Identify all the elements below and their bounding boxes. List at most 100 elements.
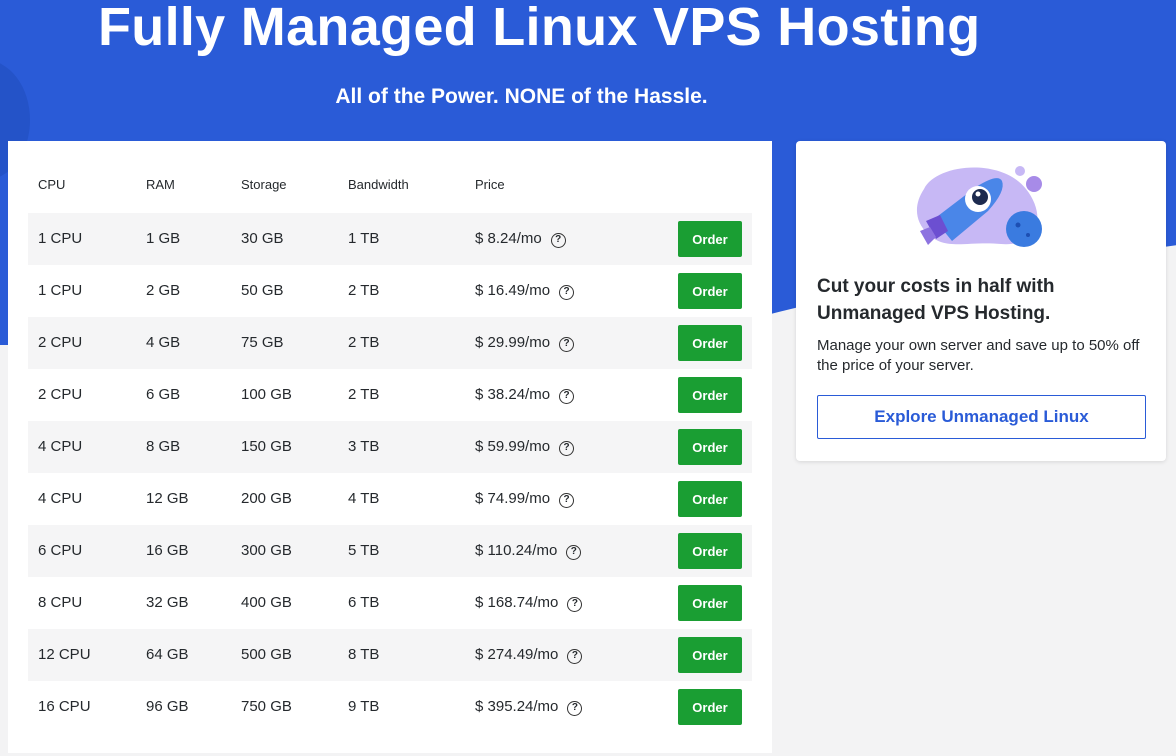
cell-bandwidth: 6 TB bbox=[348, 594, 380, 611]
help-icon[interactable]: ? bbox=[559, 337, 575, 352]
cell-ram: 64 GB bbox=[146, 646, 189, 663]
cell-storage: 75 GB bbox=[241, 334, 284, 351]
cell-bandwidth: 1 TB bbox=[348, 230, 380, 247]
order-button[interactable]: Order bbox=[678, 533, 742, 569]
header-storage: Storage bbox=[241, 177, 287, 192]
order-button[interactable]: Order bbox=[678, 221, 742, 257]
cell-price: $ 274.49/mo? bbox=[475, 646, 583, 664]
promo-text: Manage your own server and save up to 50… bbox=[817, 337, 1140, 374]
order-button[interactable]: Order bbox=[678, 637, 742, 673]
cell-price: $ 168.74/mo? bbox=[475, 594, 583, 612]
cell-ram: 32 GB bbox=[146, 594, 189, 611]
price-value: $ 395.24/mo bbox=[475, 698, 559, 715]
cell-storage: 500 GB bbox=[241, 646, 292, 663]
price-value: $ 274.49/mo bbox=[475, 646, 559, 663]
price-value: $ 16.49/mo bbox=[475, 282, 551, 299]
cell-ram: 8 GB bbox=[146, 438, 181, 455]
cell-storage: 30 GB bbox=[241, 230, 284, 247]
cell-ram: 16 GB bbox=[146, 542, 189, 559]
table-row: 1 CPU 1 GB 30 GB 1 TB $ 8.24/mo? Order bbox=[28, 213, 752, 265]
help-icon[interactable]: ? bbox=[559, 285, 575, 300]
help-icon[interactable]: ? bbox=[559, 493, 575, 508]
cell-bandwidth: 5 TB bbox=[348, 542, 380, 559]
cell-storage: 750 GB bbox=[241, 698, 292, 715]
table-row: 12 CPU 64 GB 500 GB 8 TB $ 274.49/mo? Order bbox=[28, 629, 752, 681]
cell-bandwidth: 3 TB bbox=[348, 438, 380, 455]
order-button[interactable]: Order bbox=[678, 273, 742, 309]
price-value: $ 8.24/mo bbox=[475, 230, 542, 247]
cell-cpu: 12 CPU bbox=[38, 646, 91, 663]
help-icon[interactable]: ? bbox=[567, 597, 583, 612]
table-header: CPU RAM Storage Bandwidth Price bbox=[28, 177, 752, 197]
explore-unmanaged-linux-button[interactable]: Explore Unmanaged Linux bbox=[817, 395, 1146, 439]
cell-price: $ 59.99/mo? bbox=[475, 438, 575, 456]
cell-price: $ 38.24/mo? bbox=[475, 386, 575, 404]
cell-price: $ 8.24/mo? bbox=[475, 230, 566, 248]
price-value: $ 168.74/mo bbox=[475, 594, 559, 611]
unmanaged-promo-card: Cut your costs in half with Unmanaged VP… bbox=[796, 141, 1166, 461]
cell-storage: 300 GB bbox=[241, 542, 292, 559]
header-ram: RAM bbox=[146, 177, 175, 192]
cell-price: $ 110.24/mo? bbox=[475, 542, 582, 560]
cell-storage: 50 GB bbox=[241, 282, 284, 299]
header-price: Price bbox=[475, 177, 505, 192]
cell-bandwidth: 2 TB bbox=[348, 386, 380, 403]
cell-bandwidth: 2 TB bbox=[348, 282, 380, 299]
table-row: 2 CPU 4 GB 75 GB 2 TB $ 29.99/mo? Order bbox=[28, 317, 752, 369]
cell-cpu: 4 CPU bbox=[38, 438, 83, 455]
cell-price: $ 29.99/mo? bbox=[475, 334, 575, 352]
cell-ram: 12 GB bbox=[146, 490, 189, 507]
cell-price: $ 16.49/mo? bbox=[475, 282, 575, 300]
pricing-table: CPU RAM Storage Bandwidth Price 1 CPU 1 G… bbox=[8, 141, 772, 753]
cell-price: $ 395.24/mo? bbox=[475, 698, 583, 716]
cell-bandwidth: 4 TB bbox=[348, 490, 380, 507]
table-row: 6 CPU 16 GB 300 GB 5 TB $ 110.24/mo? Order bbox=[28, 525, 752, 577]
table-row: 1 CPU 2 GB 50 GB 2 TB $ 16.49/mo? Order bbox=[28, 265, 752, 317]
order-button[interactable]: Order bbox=[678, 377, 742, 413]
cell-bandwidth: 2 TB bbox=[348, 334, 380, 351]
cell-bandwidth: 8 TB bbox=[348, 646, 380, 663]
cell-cpu: 4 CPU bbox=[38, 490, 83, 507]
cell-cpu: 2 CPU bbox=[38, 334, 83, 351]
table-row: 16 CPU 96 GB 750 GB 9 TB $ 395.24/mo? Order bbox=[28, 681, 752, 733]
help-icon[interactable]: ? bbox=[550, 233, 566, 248]
cell-bandwidth: 9 TB bbox=[348, 698, 380, 715]
help-icon[interactable]: ? bbox=[559, 441, 575, 456]
price-value: $ 74.99/mo bbox=[475, 490, 551, 507]
cell-price: $ 74.99/mo? bbox=[475, 490, 575, 508]
cell-storage: 100 GB bbox=[241, 386, 292, 403]
help-icon[interactable]: ? bbox=[567, 701, 583, 716]
cell-ram: 1 GB bbox=[146, 230, 181, 247]
rocket-illustration bbox=[916, 166, 1042, 247]
order-button[interactable]: Order bbox=[678, 325, 742, 361]
order-button[interactable]: Order bbox=[678, 429, 742, 465]
cell-ram: 4 GB bbox=[146, 334, 181, 351]
cell-cpu: 1 CPU bbox=[38, 230, 83, 247]
promo-heading: Cut your costs in half with Unmanaged VP… bbox=[817, 276, 1055, 324]
table-body: 1 CPU 1 GB 30 GB 1 TB $ 8.24/mo? Order 1 CPU 2 … bbox=[28, 213, 752, 733]
cell-cpu: 16 CPU bbox=[38, 698, 91, 715]
order-button[interactable]: Order bbox=[678, 689, 742, 725]
cell-storage: 400 GB bbox=[241, 594, 292, 611]
cell-cpu: 1 CPU bbox=[38, 282, 83, 299]
cell-storage: 200 GB bbox=[241, 490, 292, 507]
cell-cpu: 2 CPU bbox=[38, 386, 83, 403]
help-icon[interactable]: ? bbox=[567, 649, 583, 664]
table-row: 8 CPU 32 GB 400 GB 6 TB $ 168.74/mo? Order bbox=[28, 577, 752, 629]
cell-cpu: 6 CPU bbox=[38, 542, 83, 559]
price-value: $ 29.99/mo bbox=[475, 334, 551, 351]
table-row: 4 CPU 12 GB 200 GB 4 TB $ 74.99/mo? Order bbox=[28, 473, 752, 525]
order-button[interactable]: Order bbox=[678, 585, 742, 621]
cell-cpu: 8 CPU bbox=[38, 594, 83, 611]
price-value: $ 38.24/mo bbox=[475, 386, 551, 403]
cell-ram: 2 GB bbox=[146, 282, 181, 299]
page-title: Fully Managed Linux VPS Hosting bbox=[98, 0, 981, 57]
cell-ram: 6 GB bbox=[146, 386, 181, 403]
help-icon[interactable]: ? bbox=[559, 389, 575, 404]
page-subtitle: All of the Power. NONE of the Hassle. bbox=[335, 85, 708, 108]
help-icon[interactable]: ? bbox=[566, 545, 582, 560]
price-value: $ 110.24/mo bbox=[475, 542, 558, 559]
header-cpu: CPU bbox=[38, 177, 66, 192]
table-row: 4 CPU 8 GB 150 GB 3 TB $ 59.99/mo? Order bbox=[28, 421, 752, 473]
order-button[interactable]: Order bbox=[678, 481, 742, 517]
